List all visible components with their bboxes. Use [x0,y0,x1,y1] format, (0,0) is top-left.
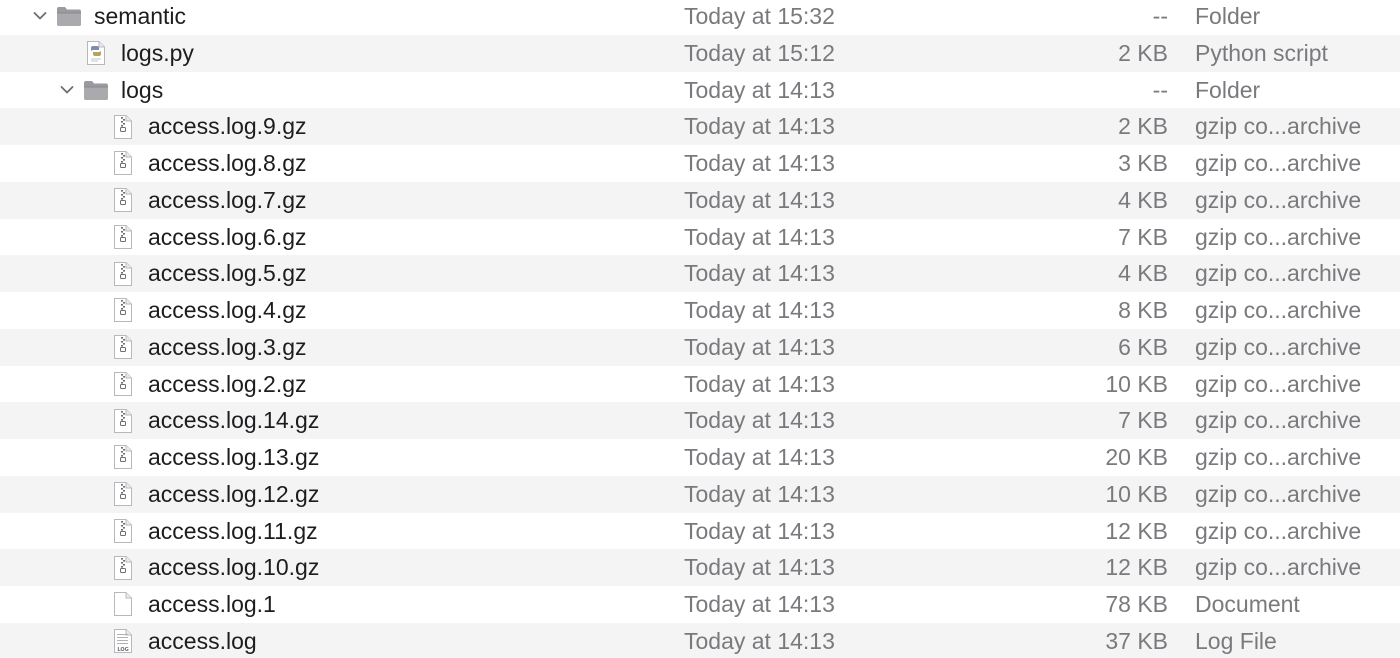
item-name: logs [121,76,164,103]
item-name: access.log.4.gz [148,297,307,323]
item-name: access.log [148,627,257,654]
file-size: 3 KB [1118,150,1168,176]
item-name: semantic [94,3,187,29]
file-row[interactable]: access.log.12.gz Today at 14:13 10 KB gzip … [0,475,1400,513]
svg-text:LOG: LOG [117,647,128,653]
item-name: access.log.1 [148,591,276,617]
file-size: 4 KB [1118,186,1168,213]
file-kind: Python script [1195,39,1328,66]
file-size: 2 KB [1118,113,1168,140]
item-name: access.log.7.gz [148,186,307,213]
file-row[interactable]: access.log.6.gz Today at 14:13 7 KB gzip co… [0,219,1400,256]
file-size: 8 KB [1118,297,1168,323]
folder-row[interactable]: semantic Today at 15:32 -- Folder [0,0,1400,35]
file-size: -- [1152,76,1168,103]
file-size: 6 KB [1118,333,1168,360]
file-list: semantic Today at 15:32 -- Folder logs.py Tod… [0,0,1400,658]
date-modified: Today at 14:13 [684,370,835,397]
file-size: 7 KB [1118,407,1168,434]
item-name: access.log.8.gz [148,150,307,176]
file-row[interactable]: access.log.10.gz Today at 14:13 12 KB gzip … [0,549,1400,586]
date-modified: Today at 14:13 [684,76,835,103]
file-size: 78 KB [1105,591,1168,617]
date-modified: Today at 14:13 [684,627,835,654]
item-name: access.log.11.gz [148,517,318,544]
file-size: 4 KB [1118,260,1168,287]
file-size: 2 KB [1118,39,1168,66]
date-modified: Today at 14:13 [684,223,835,250]
file-kind: Folder [1195,3,1261,29]
date-modified: Today at 14:13 [684,591,835,617]
file-row[interactable]: access.log.7.gz Today at 14:13 4 KB gzip co… [0,181,1400,219]
file-kind: gzip co...archive [1195,260,1362,287]
item-name: access.log.14.gz [148,407,320,434]
file-kind: gzip co...archive [1195,517,1362,544]
file-row[interactable]: access.log.11.gz Today at 14:13 12 KB gzip … [0,513,1400,550]
item-name: access.log.5.gz [148,260,307,287]
file-kind: Log File [1195,627,1277,654]
date-modified: Today at 14:13 [684,480,835,507]
file-size: 10 KB [1105,370,1168,397]
file-kind: gzip co...archive [1195,150,1362,176]
file-size: 12 KB [1105,554,1168,581]
file-kind: gzip co...archive [1195,297,1362,323]
item-name: access.log.13.gz [148,444,320,470]
chevron-down-icon[interactable] [56,79,78,101]
date-modified: Today at 14:13 [684,150,835,176]
file-row[interactable]: access.log.14.gz Today at 14:13 7 KB gzip c… [0,402,1400,439]
folder-row[interactable]: logs Today at 14:13 -- Folder [0,72,1400,109]
date-modified: Today at 14:13 [684,517,835,544]
item-name: access.log.6.gz [148,223,307,250]
item-name: access.log.2.gz [148,370,307,397]
file-size: -- [1152,3,1168,29]
file-row[interactable]: access.log.2.gz Today at 14:13 10 KB gzip c… [0,366,1400,403]
date-modified: Today at 14:13 [684,333,835,360]
date-modified: Today at 14:13 [684,407,835,434]
item-name: access.log.12.gz [148,480,320,507]
item-name: logs.py [121,39,194,66]
file-size: 12 KB [1105,517,1168,544]
file-size: 37 KB [1105,627,1168,654]
file-kind: gzip co...archive [1195,444,1362,470]
file-row[interactable]: access.log.8.gz Today at 14:13 3 KB gzip co… [0,145,1400,182]
file-kind: gzip co...archive [1195,407,1362,434]
file-row[interactable]: LOG access.log Today at 14:13 37 KB Log File [0,622,1400,658]
file-kind: gzip co...archive [1195,223,1362,250]
item-name: access.log.9.gz [148,113,307,140]
file-row[interactable]: access.log.3.gz Today at 14:13 6 KB gzip co… [0,328,1400,366]
file-row[interactable]: access.log.4.gz Today at 14:13 8 KB gzip co… [0,292,1400,329]
date-modified: Today at 14:13 [684,186,835,213]
date-modified: Today at 15:32 [684,3,835,29]
file-size: 10 KB [1105,480,1168,507]
item-name: access.log.3.gz [148,333,307,360]
file-kind: gzip co...archive [1195,480,1362,507]
file-row[interactable]: access.log.13.gz Today at 14:13 20 KB gzip … [0,439,1400,476]
file-row[interactable]: access.log.5.gz Today at 14:13 4 KB gzip co… [0,255,1400,292]
file-size: 7 KB [1118,223,1168,250]
file-kind: gzip co...archive [1195,113,1362,140]
file-kind: gzip co...archive [1195,370,1362,397]
file-kind: gzip co...archive [1195,333,1362,360]
file-kind: gzip co...archive [1195,186,1362,213]
file-row[interactable]: access.log.1 Today at 14:13 78 KB Document [0,586,1400,623]
date-modified: Today at 14:13 [684,113,835,140]
date-modified: Today at 14:13 [684,260,835,287]
date-modified: Today at 14:13 [684,444,835,470]
file-size: 20 KB [1105,444,1168,470]
date-modified: Today at 15:12 [684,39,835,66]
file-kind: Document [1195,591,1300,617]
date-modified: Today at 14:13 [684,297,835,323]
chevron-down-icon[interactable] [29,5,51,27]
file-row[interactable]: logs.py Today at 15:12 2 KB Python script [0,34,1400,72]
file-kind: gzip co...archive [1195,554,1362,581]
item-name: access.log.10.gz [148,554,320,581]
file-row[interactable]: access.log.9.gz Today at 14:13 2 KB gzip co… [0,108,1400,145]
file-kind: Folder [1195,76,1261,103]
date-modified: Today at 14:13 [684,554,835,581]
